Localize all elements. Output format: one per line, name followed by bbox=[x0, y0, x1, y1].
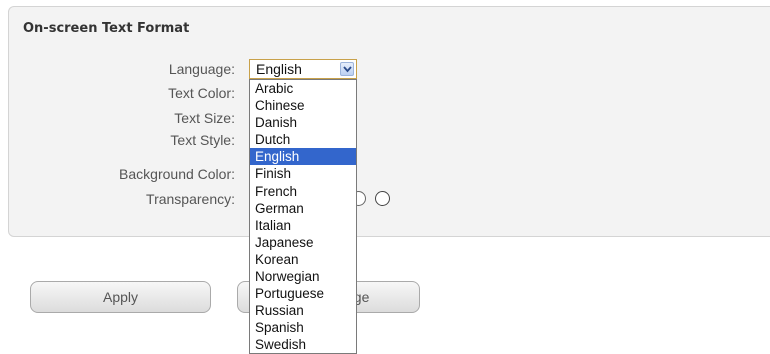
background-color-label: Background Color: bbox=[119, 166, 235, 182]
language-select[interactable]: English bbox=[249, 59, 357, 79]
language-option[interactable]: Arabic bbox=[250, 80, 356, 97]
language-option[interactable]: Italian bbox=[250, 217, 356, 234]
language-option[interactable]: Korean bbox=[250, 251, 356, 268]
apply-button[interactable]: Apply bbox=[30, 281, 211, 313]
transparency-radio[interactable] bbox=[375, 191, 390, 206]
language-option[interactable]: Spanish bbox=[250, 319, 356, 336]
language-option[interactable]: Chinese bbox=[250, 97, 356, 114]
transparency-label: Transparency: bbox=[146, 191, 235, 207]
language-option[interactable]: Portuguese bbox=[250, 285, 356, 302]
language-option[interactable]: Danish bbox=[250, 114, 356, 131]
language-option[interactable]: Japanese bbox=[250, 234, 356, 251]
language-option[interactable]: French bbox=[250, 183, 356, 200]
language-dropdown-list[interactable]: Arabic Chinese Danish Dutch English Finish Fre… bbox=[249, 79, 357, 354]
language-option[interactable]: English bbox=[250, 148, 356, 166]
language-option[interactable]: Norwegian bbox=[250, 268, 356, 285]
on-screen-text-format-panel: On-screen Text Format bbox=[8, 6, 770, 237]
language-option[interactable]: Russian bbox=[250, 302, 356, 319]
language-option[interactable]: Dutch bbox=[250, 131, 356, 148]
text-size-label: Text Size: bbox=[174, 110, 235, 126]
language-option[interactable]: Finish bbox=[250, 165, 356, 182]
text-color-label: Text Color: bbox=[168, 85, 235, 101]
language-select-value: English bbox=[256, 61, 302, 77]
language-label: Language: bbox=[168, 61, 235, 77]
language-option[interactable]: Swedish bbox=[250, 336, 356, 353]
text-style-label: Text Style: bbox=[170, 132, 235, 148]
section-title: On-screen Text Format bbox=[23, 21, 190, 36]
language-option[interactable]: German bbox=[250, 200, 356, 217]
chevron-down-icon[interactable] bbox=[340, 62, 354, 76]
